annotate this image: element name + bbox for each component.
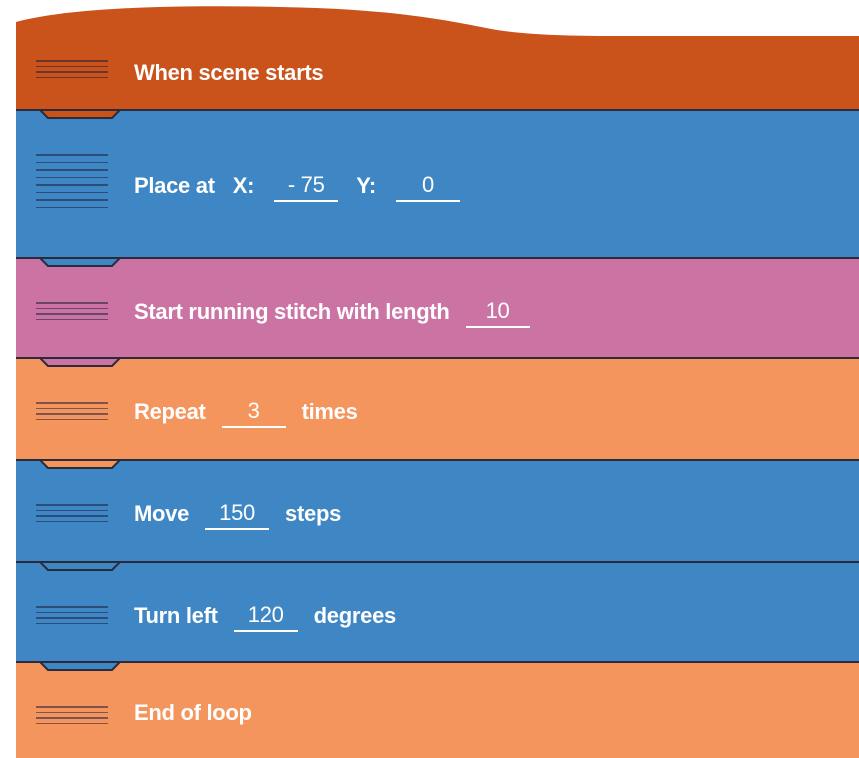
drag-handle-icon[interactable]: [36, 606, 108, 624]
move-block[interactable]: Move 150 steps: [16, 460, 859, 562]
x-value-input[interactable]: - 75: [274, 170, 339, 202]
end-of-loop-label: End of loop: [134, 700, 252, 725]
place-at-label: Place at: [134, 173, 215, 198]
turn-degrees-input[interactable]: 120: [233, 600, 298, 632]
move-suffix: steps: [285, 501, 342, 526]
running-stitch-block[interactable]: Start running stitch with length 10: [16, 258, 859, 358]
block-connector-notch: [40, 110, 120, 119]
running-stitch-label: Start running stitch with length: [134, 299, 450, 324]
when-scene-starts-block[interactable]: When scene starts: [16, 36, 859, 110]
turn-left-label: Turn left: [134, 603, 218, 628]
block-connector-notch: [40, 358, 120, 367]
move-label: Move: [134, 501, 190, 526]
block-divider: [16, 561, 859, 563]
block-divider: [16, 109, 859, 111]
repeat-block[interactable]: Repeat 3 times: [16, 358, 859, 460]
block-content: Repeat 3 times: [134, 396, 358, 428]
drag-handle-icon[interactable]: [36, 504, 108, 522]
when-scene-starts-label: When scene starts: [134, 60, 324, 85]
drag-handle-icon[interactable]: [36, 402, 108, 420]
block-content: Start running stitch with length 10: [134, 296, 530, 328]
place-at-block[interactable]: Place at X: - 75 Y: 0: [16, 110, 859, 258]
turn-left-suffix: degrees: [313, 603, 397, 628]
block-content: End of loop: [134, 700, 252, 726]
block-divider: [16, 257, 859, 259]
block-divider: [16, 459, 859, 461]
block-content: Place at X: - 75 Y: 0: [134, 170, 460, 202]
block-content: Move 150 steps: [134, 498, 341, 530]
drag-handle-icon[interactable]: [36, 60, 108, 78]
block-divider: [16, 661, 859, 663]
block-connector-notch: [40, 258, 120, 267]
code-script-area: When scene starts Place at X: - 75 Y: 0 …: [16, 0, 859, 758]
block-content: Turn left 120 degrees: [134, 600, 396, 632]
stitch-length-input[interactable]: 10: [465, 296, 530, 328]
turn-left-block[interactable]: Turn left 120 degrees: [16, 562, 859, 662]
move-steps-input[interactable]: 150: [205, 498, 270, 530]
block-connector-notch: [40, 562, 120, 571]
repeat-label: Repeat: [134, 399, 206, 424]
y-value-input[interactable]: 0: [395, 170, 460, 202]
drag-handle-icon[interactable]: [36, 706, 108, 724]
y-label: Y:: [356, 173, 376, 198]
repeat-count-input[interactable]: 3: [221, 396, 286, 428]
drag-handle-icon[interactable]: [36, 302, 108, 320]
drag-handle-icon[interactable]: [36, 154, 108, 208]
x-label: X:: [232, 173, 255, 198]
end-of-loop-block[interactable]: End of loop: [16, 662, 859, 758]
block-content: When scene starts: [134, 60, 324, 86]
block-connector-notch: [40, 460, 120, 469]
block-divider: [16, 357, 859, 359]
block-connector-notch: [40, 662, 120, 671]
repeat-suffix: times: [301, 399, 358, 424]
